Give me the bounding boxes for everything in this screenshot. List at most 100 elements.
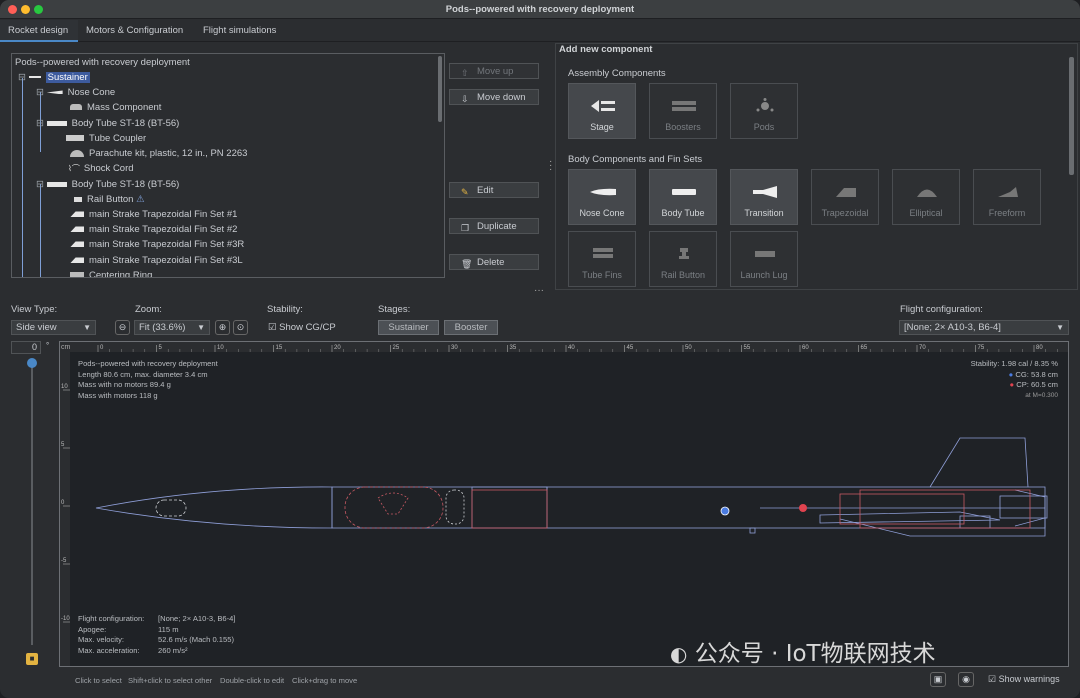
ruler-tick-label: 30 [451, 345, 458, 351]
zoom-in-icon[interactable]: ⊕ [215, 320, 230, 335]
tab-motors-configuration[interactable]: Motors & Configuration [78, 20, 191, 42]
tab-flight-simulations[interactable]: Flight simulations [195, 20, 284, 42]
ruler-tick-label: 10 [61, 384, 68, 390]
zoom-window-button[interactable] [34, 5, 43, 14]
tree-item-fin-set-2[interactable]: main Strake Trapezoidal Fin Set #2 [70, 222, 237, 237]
tree-root-label: Pods--powered with recovery deployment [15, 57, 190, 68]
elliptical-card[interactable]: Elliptical [892, 169, 960, 225]
rocket-info: Pods--powered with recovery deployment L… [78, 359, 218, 400]
stage-booster-toggle[interactable]: Booster [444, 320, 498, 335]
ruler-tick-label: 50 [685, 345, 692, 351]
minimize-window-button[interactable] [21, 5, 30, 14]
nose-cone-icon [590, 188, 616, 196]
delete-button[interactable]: 🗑 Delete [449, 254, 539, 270]
trash-icon: 🗑 [461, 259, 473, 269]
tree-item-sustainer[interactable]: ⊟ Sustainer [18, 70, 90, 85]
hint-shift-click: Shift+click to select other [128, 676, 213, 685]
flight-config-select[interactable]: [None; 2× A10-3, B6-4] ▼ [899, 320, 1069, 335]
rotation-unit: ° [46, 341, 50, 350]
title-bar: Pods--powered with recovery deployment [0, 0, 1080, 19]
stage-card[interactable]: Stage [568, 83, 636, 139]
pods-card[interactable]: Pods [730, 83, 798, 139]
tree-item-fin-set-1[interactable]: main Strake Trapezoidal Fin Set #1 [70, 207, 237, 222]
ruler-tick-label: 75 [978, 345, 985, 351]
transition-card[interactable]: Transition [730, 169, 798, 225]
edit-button[interactable]: ✎ Edit [449, 182, 539, 198]
close-window-button[interactable] [8, 5, 17, 14]
tube-coupler-icon [66, 135, 84, 142]
shock-cord-icon: ⌇⌒ [68, 164, 80, 173]
tube-fins-icon [593, 248, 613, 258]
freeform-card[interactable]: Freeform [973, 169, 1041, 225]
stability-label: Stability: [267, 304, 303, 315]
component-tree[interactable]: Pods--powered with recovery deployment ⊟… [11, 53, 445, 278]
nose-cone-card[interactable]: Nose Cone [568, 169, 636, 225]
add-component-panel: Add new component Assembly Components St… [555, 43, 1078, 290]
cg-marker-icon: ● [1008, 369, 1014, 379]
camera-icon[interactable]: ◉ [958, 672, 974, 687]
fin-set-icon [70, 257, 84, 264]
show-warnings-checkbox[interactable]: ☑ Show warnings [988, 674, 1060, 685]
zoom-select[interactable]: Fit (33.6%) ▼ [134, 320, 210, 335]
splitter-handle-horizontal[interactable]: ··· [534, 285, 544, 296]
rocket-canvas[interactable]: 0 5 10 15 20 25 30 35 40 45 50 55 60 65 70 75 80 10 5 0 -5-… [59, 341, 1069, 667]
flight-config-label: Flight configuration: [900, 304, 983, 315]
pods-icon [756, 98, 774, 112]
rail-button-card[interactable]: Rail Button [649, 231, 717, 287]
ruler-tick-label: 40 [568, 345, 575, 351]
ruler-tick-label: 20 [334, 345, 341, 351]
component-scrollbar[interactable] [1069, 57, 1074, 175]
tree-item-body-tube-2[interactable]: ⊟ Body Tube ST-18 (BT-56) [36, 177, 179, 192]
tree-item-tube-coupler[interactable]: Tube Coupler [66, 131, 146, 146]
ruler-tick-label: 80 [1036, 345, 1043, 351]
trapezoidal-card[interactable]: Trapezoidal [811, 169, 879, 225]
tree-item-body-tube[interactable]: ⊟ Body Tube ST-18 (BT-56) [36, 116, 179, 131]
trapezoidal-fin-icon [836, 188, 856, 197]
wechat-logo-icon: ◐ [670, 642, 688, 666]
move-up-button[interactable]: ⇧ Move up [449, 63, 539, 79]
tree-item-shock-cord[interactable]: ⌇⌒ Shock Cord [68, 161, 134, 176]
rotation-field[interactable]: 0 [11, 341, 41, 354]
tree-item-centering-ring[interactable]: Centering Ring [70, 268, 152, 277]
move-down-button[interactable]: ⇩ Move down [449, 89, 539, 105]
boosters-card[interactable]: Boosters [649, 83, 717, 139]
body-tube-icon [46, 120, 67, 126]
view-type-select[interactable]: Side view ▼ [11, 320, 96, 335]
export-image-icon[interactable]: ▣ [930, 672, 946, 687]
tube-fins-card[interactable]: Tube Fins [568, 231, 636, 287]
splitter-handle[interactable]: · · · [549, 157, 552, 175]
collapse-icon[interactable]: ⊟ [36, 87, 44, 98]
collapse-icon[interactable]: ⊟ [36, 179, 44, 190]
tree-item-mass-component[interactable]: Mass Component [70, 100, 161, 115]
show-cgcp-checkbox[interactable]: ☑ Show CG/CP [268, 322, 336, 333]
tree-item-parachute[interactable]: Parachute kit, plastic, 12 in., PN 2263 [70, 146, 247, 161]
tab-rocket-design[interactable]: Rocket design [0, 20, 78, 42]
body-tube-card[interactable]: Body Tube [649, 169, 717, 225]
move-up-icon: ⇧ [461, 68, 469, 78]
chevron-down-icon: ▼ [197, 323, 205, 332]
freeform-fin-icon [998, 187, 1018, 197]
view-type-label: View Type: [11, 304, 58, 315]
tree-item-fin-set-3r[interactable]: main Strake Trapezoidal Fin Set #3R [70, 237, 244, 252]
fin-set-icon [70, 211, 84, 218]
checkbox-checked-icon: ☑ [988, 674, 997, 684]
stability-info: Stability: 1.98 cal / 8.35 % ● CG: 53.8 … [970, 359, 1058, 399]
parachute-icon [70, 149, 84, 157]
lock-icon[interactable]: ■ [26, 653, 38, 665]
duplicate-button[interactable]: ❐ Duplicate [449, 218, 539, 234]
tree-scrollbar[interactable] [438, 56, 442, 122]
launch-lug-card[interactable]: Launch Lug [730, 231, 798, 287]
tree-item-fin-set-3l[interactable]: main Strake Trapezoidal Fin Set #3L [70, 253, 243, 268]
zoom-out-icon[interactable]: ⊖ [115, 320, 130, 335]
tree-item-rail-button[interactable]: Rail Button ⚠ [74, 192, 145, 207]
zoom-fit-icon[interactable]: ⊙ [233, 320, 248, 335]
rotation-slider-thumb[interactable] [27, 358, 37, 368]
collapse-icon[interactable]: ⊟ [36, 118, 44, 129]
window-title: Pods--powered with recovery deployment [445, 4, 635, 15]
ruler-tick-label: -5 [61, 558, 67, 564]
rotation-slider-track[interactable] [31, 363, 33, 645]
chevron-down-icon: ▼ [83, 323, 91, 332]
collapse-icon[interactable]: ⊟ [18, 72, 26, 83]
stage-sustainer-toggle[interactable]: Sustainer [378, 320, 439, 335]
tree-item-nose-cone[interactable]: ⊟ Nose Cone [36, 85, 115, 100]
